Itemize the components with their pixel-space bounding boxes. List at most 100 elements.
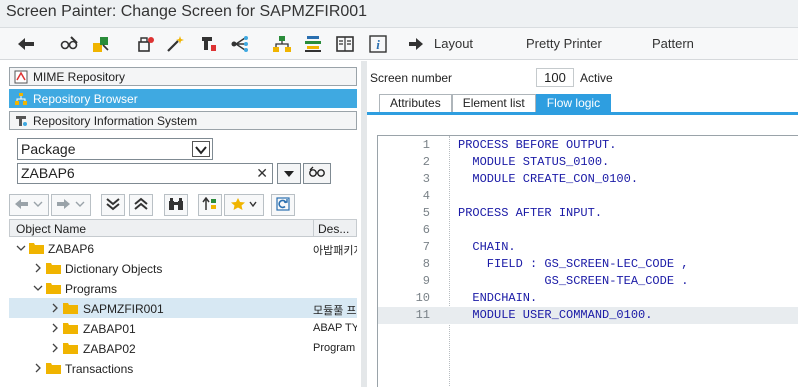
- chevron-right-icon[interactable]: [50, 302, 60, 313]
- previous-object-button[interactable]: [9, 194, 49, 216]
- history-dropdown-button[interactable]: [277, 163, 301, 184]
- code-line[interactable]: 6: [378, 222, 798, 239]
- tree-node-label: Dictionary Objects: [65, 262, 163, 276]
- chevron-right-icon[interactable]: [33, 362, 43, 373]
- code-line[interactable]: 9 GS_SCREEN-TEA_CODE .: [378, 273, 798, 290]
- tree-node-package[interactable]: ZABAP6 아밥패키지: [9, 238, 357, 258]
- information-button[interactable]: i: [366, 32, 390, 56]
- code-text: PROCESS AFTER INPUT.: [458, 206, 603, 220]
- pattern-button[interactable]: Pattern: [652, 36, 694, 51]
- repository-browser-icon: [14, 92, 28, 106]
- column-divider[interactable]: [313, 220, 314, 236]
- tree-node-label: Programs: [65, 282, 118, 296]
- tree-node-label: ZABAP02: [83, 342, 136, 356]
- object-name-column-header[interactable]: Object Name: [16, 222, 86, 236]
- code-text: MODULE CREATE_CON_0100.: [458, 172, 639, 186]
- hierarchy-icon: [272, 35, 292, 53]
- title-bar: Screen Painter: Change Screen for SAPMZF…: [0, 0, 798, 28]
- tree-node-programs[interactable]: Programs: [9, 278, 357, 298]
- clear-icon[interactable]: ✕: [256, 164, 268, 183]
- display-change-button[interactable]: [58, 32, 82, 56]
- tab-element-list[interactable]: Element list: [451, 94, 536, 112]
- tab-flow-logic[interactable]: Flow logic: [535, 94, 612, 112]
- tree-node-zabap02[interactable]: ZABAP02 Program: [9, 338, 357, 358]
- code-line[interactable]: 4: [378, 188, 798, 205]
- code-line[interactable]: 8 FIELD : GS_SCREEN-LEC_CODE ,: [378, 256, 798, 273]
- tree-node-dictionary-objects[interactable]: Dictionary Objects: [9, 258, 357, 278]
- find-button[interactable]: [164, 194, 188, 216]
- code-text: FIELD : GS_SCREEN-LEC_CODE ,: [458, 257, 689, 271]
- test-button[interactable]: [196, 32, 220, 56]
- mime-repository-button[interactable]: MIME Repository: [9, 67, 357, 86]
- mime-repository-label: MIME Repository: [33, 69, 126, 84]
- tree-node-zabap01[interactable]: ZABAP01 ABAP TY: [9, 318, 357, 338]
- tab-attributes[interactable]: Attributes: [379, 94, 452, 112]
- chevron-right-icon[interactable]: [33, 262, 43, 273]
- check-button[interactable]: [133, 32, 157, 56]
- active-inactive-button[interactable]: [89, 32, 113, 56]
- folder-icon: [46, 282, 61, 294]
- next-object-button[interactable]: [51, 194, 91, 216]
- tab-underline: [367, 112, 798, 115]
- tree-node-description: Program: [313, 342, 356, 354]
- code-line[interactable]: 5 PROCESS AFTER INPUT.: [378, 205, 798, 222]
- chevron-down-icon[interactable]: [33, 282, 43, 292]
- activate-icon: [91, 35, 111, 53]
- sort-icon: [202, 196, 218, 214]
- code-text: MODULE STATUS_0100.: [458, 155, 610, 169]
- where-used-icon: [230, 35, 250, 53]
- layout-button[interactable]: Layout: [434, 36, 473, 51]
- object-grid-header: Object Name Des...: [9, 219, 357, 237]
- flow-logic-editor[interactable]: 1 PROCESS BEFORE OUTPUT. 2 MODULE STATUS_…: [377, 135, 798, 387]
- chevron-right-icon[interactable]: [50, 342, 60, 353]
- refresh-button[interactable]: [271, 194, 295, 216]
- code-line[interactable]: 2 MODULE STATUS_0100.: [378, 154, 798, 171]
- tree-node-label: ZABAP01: [83, 322, 136, 336]
- repository-info-system-button[interactable]: Repository Information System: [9, 111, 357, 130]
- navigation-window-button[interactable]: [301, 32, 325, 56]
- display-object-list-button[interactable]: [333, 32, 357, 56]
- line-number: 6: [422, 223, 430, 237]
- glasses-icon: [308, 166, 326, 181]
- binoculars-icon: [168, 197, 184, 214]
- svg-text:i: i: [376, 37, 380, 52]
- star-icon: [229, 197, 259, 214]
- description-column-header[interactable]: Des...: [318, 222, 349, 236]
- favorites-button[interactable]: [224, 194, 264, 216]
- window-title: Screen Painter: Change Screen for SAPMZF…: [6, 3, 368, 20]
- collapse-all-button[interactable]: [129, 194, 153, 216]
- tree-node-label: ZABAP6: [48, 242, 95, 256]
- back-button[interactable]: [14, 32, 38, 56]
- code-line[interactable]: 1 PROCESS BEFORE OUTPUT.: [378, 137, 798, 154]
- object-name-input[interactable]: ZABAP6 ✕: [17, 163, 273, 184]
- object-type-select[interactable]: Package: [17, 138, 213, 160]
- expand-all-button[interactable]: [101, 194, 125, 216]
- folder-icon: [63, 342, 78, 354]
- tree-node-label: Transactions: [65, 362, 134, 376]
- tree-node-transactions[interactable]: Transactions: [9, 358, 357, 378]
- collapse-all-icon: [133, 197, 149, 214]
- tree-node-sapmzfir001[interactable]: SAPMZFIR001 모듈풀 프: [9, 298, 357, 318]
- chevron-down-icon[interactable]: [192, 141, 210, 157]
- code-text: MODULE USER_COMMAND_0100.: [458, 308, 653, 322]
- chevron-right-icon[interactable]: [50, 322, 60, 333]
- object-list-button[interactable]: [270, 32, 294, 56]
- stack-icon: [303, 35, 323, 53]
- repository-browser-button[interactable]: Repository Browser: [9, 89, 357, 108]
- sort-button[interactable]: [198, 194, 222, 216]
- code-line[interactable]: 10 ENDCHAIN.: [378, 290, 798, 307]
- code-line[interactable]: 3 MODULE CREATE_CON_0100.: [378, 171, 798, 188]
- chevron-down-icon[interactable]: [16, 242, 26, 252]
- tree-node-description: ABAP TY: [313, 322, 357, 334]
- display-button[interactable]: [303, 163, 331, 184]
- line-number: 7: [422, 240, 430, 254]
- folder-icon: [46, 262, 61, 274]
- screen-editor-panel: Screen number 100 Active Attributes Elem…: [367, 61, 798, 387]
- where-used-button[interactable]: [228, 32, 252, 56]
- pretty-printer-button[interactable]: Pretty Printer: [526, 36, 602, 51]
- object-name-value: ZABAP6: [21, 165, 75, 181]
- line-number: 11: [415, 308, 430, 322]
- code-line-current[interactable]: 11 MODULE USER_COMMAND_0100.: [378, 307, 798, 324]
- activate-button[interactable]: [163, 32, 187, 56]
- code-line[interactable]: 7 CHAIN.: [378, 239, 798, 256]
